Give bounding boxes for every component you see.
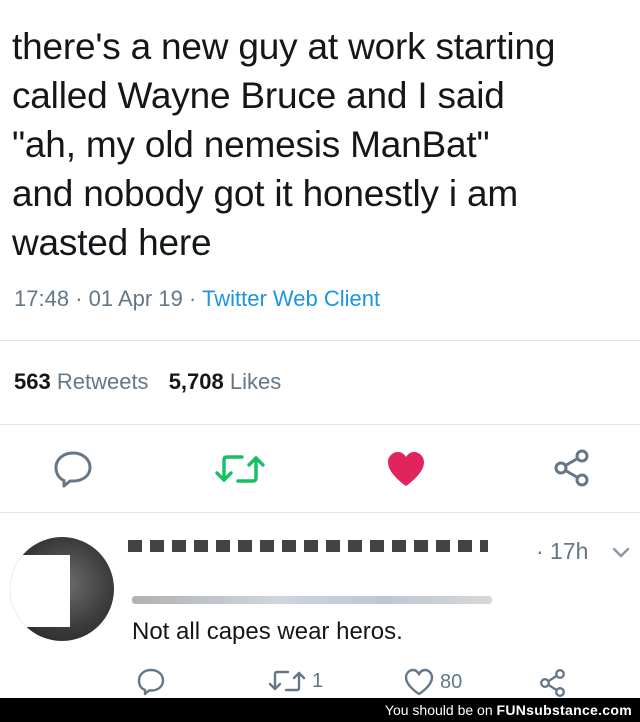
tweet-text: there's a new guy at work starting calle… bbox=[12, 26, 556, 263]
reply-avatar[interactable] bbox=[10, 537, 114, 641]
reply-text: Not all capes wear heros. bbox=[132, 618, 403, 645]
reply-icon bbox=[54, 451, 92, 488]
reply-button[interactable] bbox=[52, 450, 94, 488]
tweet-time[interactable]: 17:48 bbox=[14, 286, 69, 311]
tweet-date[interactable]: 01 Apr 19 bbox=[89, 286, 183, 311]
tweet-stats: 563 Retweets 5,708 Likes bbox=[14, 369, 281, 395]
reply-retweet-button[interactable]: 1 bbox=[268, 668, 323, 694]
divider bbox=[0, 512, 640, 513]
heart-outline-icon bbox=[404, 668, 434, 696]
reply-reply-button[interactable] bbox=[136, 668, 166, 696]
retweet-icon bbox=[215, 455, 265, 483]
share-button[interactable] bbox=[552, 448, 592, 488]
tweet-metadata: 17:48 · 01 Apr 19 · Twitter Web Client bbox=[14, 286, 380, 312]
meta-separator: · bbox=[75, 286, 83, 311]
tweet-client-link[interactable]: Twitter Web Client bbox=[202, 286, 380, 311]
divider bbox=[0, 340, 640, 341]
reply-time[interactable]: · 17h bbox=[536, 538, 588, 565]
share-icon bbox=[554, 449, 589, 487]
reply-like-count: 80 bbox=[440, 670, 463, 693]
retweet-button[interactable] bbox=[214, 452, 266, 486]
reply-menu-button[interactable] bbox=[612, 546, 630, 564]
reply-retweet-count: 1 bbox=[312, 669, 324, 692]
share-icon bbox=[540, 669, 565, 697]
likes-stat[interactable]: 5,708 Likes bbox=[169, 369, 282, 394]
reply-icon bbox=[137, 668, 165, 696]
reply-share-button[interactable] bbox=[538, 668, 568, 698]
watermark-brand: FUNsubstance.com bbox=[496, 702, 632, 718]
retweets-label: Retweets bbox=[56, 369, 149, 394]
retweet-icon bbox=[268, 670, 306, 692]
watermark-bar: You should be on FUNsubstance.com bbox=[0, 698, 640, 722]
meta-separator: · bbox=[188, 286, 197, 311]
heart-icon bbox=[388, 452, 424, 486]
replying-to-redacted bbox=[132, 596, 492, 604]
divider bbox=[0, 424, 640, 425]
retweets-stat[interactable]: 563 Retweets bbox=[14, 369, 149, 394]
likes-label: Likes bbox=[229, 369, 282, 394]
like-button[interactable] bbox=[386, 450, 426, 488]
likes-count: 5,708 bbox=[168, 369, 224, 394]
reply-like-button[interactable]: 80 bbox=[404, 668, 462, 696]
retweets-count: 563 bbox=[14, 369, 51, 394]
reply-author-name-redacted bbox=[128, 540, 488, 552]
chevron-down-icon bbox=[612, 547, 630, 558]
watermark-prefix: You should be on bbox=[384, 702, 493, 718]
avatar-censor-block bbox=[10, 555, 70, 627]
